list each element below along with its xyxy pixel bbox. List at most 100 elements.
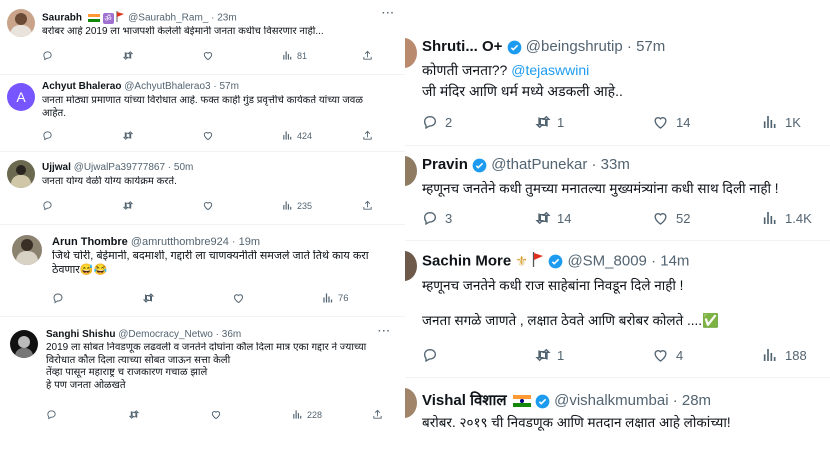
views-button[interactable]: 188: [762, 347, 807, 363]
retweet-button[interactable]: 1: [534, 114, 652, 130]
tweet-saurabh[interactable]: Saurabh ॐ @Saurabh_Ram_ · 23m ··· बरोबर …: [0, 0, 405, 74]
share-button[interactable]: [372, 409, 383, 420]
share-button[interactable]: [362, 200, 373, 211]
timestamp[interactable]: 28m: [682, 392, 711, 409]
tweet-arun[interactable]: Arun Thombre @amrutthombre924 · 19m जिथे…: [0, 226, 405, 314]
more-icon[interactable]: ···: [378, 326, 391, 337]
timestamp[interactable]: 50m: [174, 162, 193, 173]
like-icon: [211, 411, 221, 420]
display-name[interactable]: Sachin More: [422, 252, 511, 269]
share-icon: [363, 130, 372, 140]
display-name[interactable]: Sanghi Shishu: [46, 329, 115, 340]
like-button[interactable]: [202, 200, 282, 211]
like-button[interactable]: 14: [652, 114, 762, 130]
like-button[interactable]: [232, 292, 322, 304]
right-column: Shruti... O+ @beingshrutip · 57m कोणती ज…: [405, 0, 830, 466]
tweet-sachin[interactable]: Sachin More ⚜ @SM_8009 · 14m म्हणूनच जनत…: [405, 243, 830, 373]
handle[interactable]: @vishalkmumbai: [554, 392, 668, 409]
avatar[interactable]: [405, 388, 417, 418]
tweet-header: Saurabh ॐ @Saurabh_Ram_ · 23m: [42, 11, 237, 24]
reply-button[interactable]: [42, 50, 122, 61]
tweet-sanghi[interactable]: Sanghi Shishu @Democracy_Netwo · 36m ···…: [0, 320, 405, 426]
timestamp[interactable]: 14m: [660, 252, 689, 269]
retweet-button[interactable]: [122, 130, 202, 141]
display-name[interactable]: Arun Thombre: [52, 236, 128, 248]
views-button[interactable]: 228: [292, 409, 372, 420]
reply-button[interactable]: [42, 130, 122, 141]
timestamp[interactable]: 23m: [217, 13, 236, 24]
handle[interactable]: @AchyutBhalerao3: [124, 81, 210, 92]
reply-button[interactable]: [422, 347, 534, 363]
views-button[interactable]: 235: [282, 200, 362, 211]
timestamp[interactable]: 19m: [239, 236, 260, 248]
views-button[interactable]: 81: [282, 50, 362, 61]
like-button[interactable]: [210, 409, 292, 420]
handle[interactable]: @beingshrutip: [526, 38, 623, 55]
display-name[interactable]: Shruti... O+: [422, 38, 502, 55]
mention-link[interactable]: @tejaswwini: [511, 62, 589, 78]
avatar[interactable]: [10, 330, 38, 358]
handle[interactable]: @Saurabh_Ram_: [128, 13, 208, 24]
reply-button[interactable]: 3: [422, 210, 534, 226]
tweet-ujjwal[interactable]: Ujjwal @UjwalPa39777867 · 50m जनता योग्य…: [0, 152, 405, 222]
tweet-text: म्हणूनच जनतेने कधी राज साहेबांना निवडून …: [422, 278, 719, 328]
reply-icon: [423, 115, 437, 130]
india-flag-icon: [512, 395, 531, 408]
display-name[interactable]: Pravin: [422, 156, 468, 173]
views-button[interactable]: 1K: [762, 114, 801, 130]
retweet-button[interactable]: [122, 50, 202, 61]
avatar[interactable]: [405, 251, 417, 281]
retweet-button[interactable]: [142, 292, 232, 304]
reply-button[interactable]: [42, 200, 122, 211]
tweet-header: Achyut Bhalerao @AchyutBhalerao3 · 57m: [42, 81, 239, 92]
fleur-icon: ⚜: [515, 253, 528, 269]
views-count: 424: [297, 130, 313, 141]
tweet-pravin[interactable]: Pravin @thatPunekar · 33m म्हणूनच जनतेने…: [405, 148, 830, 238]
handle[interactable]: @UjwalPa39777867: [74, 162, 165, 173]
timestamp[interactable]: 36m: [222, 329, 241, 340]
share-button[interactable]: [362, 130, 373, 141]
avatar[interactable]: A: [7, 83, 35, 111]
like-icon: [203, 52, 213, 61]
like-count: 4: [676, 347, 684, 363]
tweet-shruti[interactable]: Shruti... O+ @beingshrutip · 57m कोणती ज…: [405, 30, 830, 140]
like-button[interactable]: [202, 130, 282, 141]
avatar[interactable]: [405, 156, 417, 186]
like-button[interactable]: 4: [652, 347, 762, 363]
retweet-button[interactable]: 1: [534, 347, 652, 363]
retweet-button[interactable]: [128, 409, 210, 420]
timestamp[interactable]: 57m: [636, 38, 665, 55]
tweet-vishal[interactable]: Vishal विशाल @vishalkmumbai · 28m बरोबर.…: [405, 380, 830, 466]
like-button[interactable]: 52: [652, 210, 762, 226]
handle[interactable]: @SM_8009: [567, 252, 646, 269]
share-button[interactable]: [362, 50, 373, 61]
display-name[interactable]: Saurabh: [42, 13, 82, 24]
handle[interactable]: @thatPunekar: [491, 156, 587, 173]
like-icon: [654, 350, 667, 362]
timestamp[interactable]: 57m: [219, 81, 238, 92]
reply-button[interactable]: [52, 292, 142, 304]
reply-button[interactable]: [46, 409, 128, 420]
tweet-text: जनता मोठ्या प्रमाणात यांच्या विरोधात आहे…: [42, 95, 363, 119]
display-name[interactable]: Ujjwal: [42, 162, 71, 173]
avatar[interactable]: [7, 9, 35, 37]
display-name[interactable]: Vishal विशाल: [422, 392, 507, 409]
retweet-icon: [535, 115, 551, 129]
views-button[interactable]: 76: [322, 292, 392, 304]
timestamp[interactable]: 33m: [601, 156, 630, 173]
handle[interactable]: @amrutthombre924: [131, 236, 229, 248]
handle[interactable]: @Democracy_Netwo: [118, 329, 213, 340]
avatar[interactable]: [405, 38, 417, 68]
more-icon[interactable]: ···: [382, 8, 395, 19]
retweet-button[interactable]: 14: [534, 210, 652, 226]
reply-button[interactable]: 2: [422, 114, 534, 130]
views-button[interactable]: 424: [282, 130, 362, 141]
like-button[interactable]: [202, 50, 282, 61]
tweet-achyut[interactable]: A Achyut Bhalerao @AchyutBhalerao3 · 57m…: [0, 75, 405, 151]
avatar[interactable]: [12, 235, 42, 265]
display-name[interactable]: Achyut Bhalerao: [42, 81, 121, 92]
retweet-button[interactable]: [122, 200, 202, 211]
avatar[interactable]: [7, 160, 35, 188]
views-button[interactable]: 1.4K: [762, 210, 812, 226]
views-icon: [283, 201, 292, 210]
